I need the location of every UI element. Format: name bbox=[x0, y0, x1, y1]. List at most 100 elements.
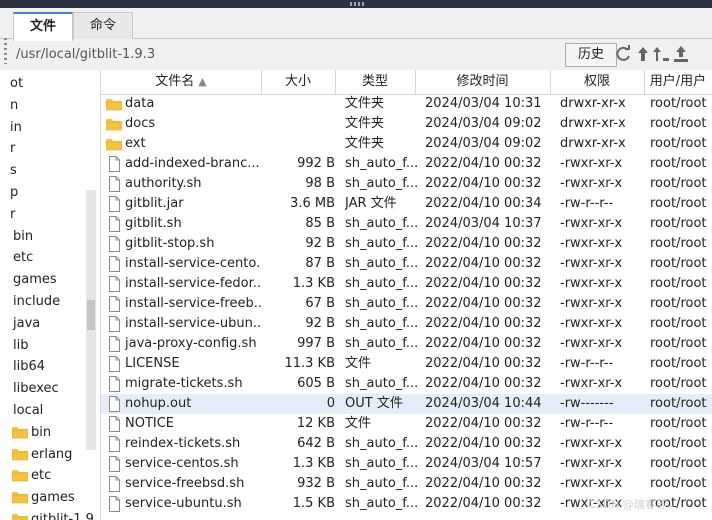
file-row[interactable]: NOTICE 12 KB 文件 2022/04/10 00:32 -rw-r--r-- r… bbox=[101, 414, 712, 434]
tree-scrollbar[interactable] bbox=[86, 190, 96, 450]
splitter-grip-icon[interactable] bbox=[350, 2, 364, 6]
tab-bar: 文件 命令 bbox=[0, 8, 712, 41]
tab-commands[interactable]: 命令 bbox=[73, 12, 133, 39]
file-type-cell: sh_auto_f... bbox=[345, 276, 417, 291]
file-row[interactable]: gitblit-stop.sh 92 B sh_auto_f... 2022/04/1… bbox=[101, 234, 712, 254]
file-icon bbox=[109, 436, 120, 452]
tree-item[interactable]: r bbox=[10, 205, 15, 225]
file-size-cell bbox=[261, 94, 335, 114]
file-perm-cell: -rwxr-xr-x bbox=[560, 296, 623, 311]
file-name-cell: install-service-ubun... bbox=[125, 316, 261, 331]
file-type-cell: sh_auto_f... bbox=[345, 456, 417, 471]
tree-item-label: s bbox=[10, 163, 17, 179]
file-row[interactable]: authority.sh 98 B sh_auto_f... 2022/04/10 0… bbox=[101, 174, 712, 194]
tree-item[interactable]: r bbox=[10, 139, 15, 159]
file-row[interactable]: java-proxy-config.sh 997 B sh_auto_f... 202… bbox=[101, 334, 712, 354]
tree-item[interactable]: games bbox=[13, 270, 57, 290]
column-header-type[interactable]: 类型 bbox=[335, 70, 416, 94]
file-size-cell: 1.3 KB bbox=[292, 456, 335, 471]
file-type-cell: sh_auto_f... bbox=[345, 436, 417, 451]
tree-item[interactable]: ot bbox=[10, 74, 23, 94]
drag-handle-icon[interactable] bbox=[4, 38, 7, 64]
file-date-cell: 2022/04/10 00:32 bbox=[425, 376, 542, 391]
file-name-cell: NOTICE bbox=[125, 416, 175, 431]
file-name-cell: nohup.out bbox=[125, 396, 192, 411]
file-date-cell: 2022/04/10 00:32 bbox=[425, 236, 542, 251]
refresh-icon[interactable] bbox=[614, 44, 632, 64]
tree-scrollbar-thumb[interactable] bbox=[87, 300, 95, 330]
upload-tray-icon[interactable] bbox=[672, 44, 690, 64]
file-row[interactable]: add-indexed-branc... 992 B sh_auto_f... 202… bbox=[101, 154, 712, 174]
file-date-cell: 2022/04/10 00:32 bbox=[425, 296, 542, 311]
tree-item[interactable]: etc bbox=[12, 466, 51, 486]
file-name-cell: service-ubuntu.sh bbox=[125, 496, 242, 511]
file-row[interactable]: install-service-fedor... 1.3 KB sh_auto_f.… bbox=[101, 274, 712, 294]
tree-item[interactable]: bin bbox=[12, 423, 51, 443]
tree-item[interactable]: bin bbox=[13, 227, 33, 247]
column-header-perm[interactable]: 权限 bbox=[550, 70, 645, 94]
file-row[interactable]: service-freebsd.sh 932 B sh_auto_f... 2022/… bbox=[101, 474, 712, 494]
file-row[interactable]: data 文件夹 2024/03/04 10:31 drwxr-xr-x root/ro… bbox=[101, 94, 712, 114]
tree-item[interactable]: include bbox=[13, 292, 60, 312]
file-date-cell: 2022/04/10 00:32 bbox=[425, 416, 542, 431]
path-input[interactable] bbox=[12, 42, 570, 66]
tree-item[interactable]: local bbox=[13, 401, 43, 421]
file-row[interactable]: install-service-ubun... 92 B sh_auto_f... 2… bbox=[101, 314, 712, 334]
upload-icon[interactable] bbox=[634, 44, 652, 64]
tree-item[interactable]: s bbox=[10, 161, 17, 181]
file-icon bbox=[109, 296, 120, 312]
tree-item-label: r bbox=[10, 206, 16, 222]
tree-item[interactable]: lib64 bbox=[13, 357, 45, 377]
sort-up-icon[interactable] bbox=[652, 44, 670, 64]
file-perm-cell: drwxr-xr-x bbox=[560, 96, 626, 111]
tab-files[interactable]: 文件 bbox=[13, 12, 73, 41]
file-row[interactable]: gitblit.jar 3.6 MB JAR 文件 2022/04/10 00:34 -… bbox=[101, 194, 712, 214]
file-row[interactable]: LICENSE 11.3 KB 文件 2022/04/10 00:32 -rw-r--r… bbox=[101, 354, 712, 374]
file-date-cell: 2022/04/10 00:32 bbox=[425, 176, 542, 191]
file-icon bbox=[109, 196, 120, 212]
file-row[interactable]: install-service-cento... 87 B sh_auto_f...… bbox=[101, 254, 712, 274]
file-owner-cell: root/root bbox=[650, 396, 707, 411]
file-row[interactable]: nohup.out 0 OUT 文件 2024/03/04 10:44 -rw-----… bbox=[101, 394, 712, 414]
tree-item[interactable]: etc bbox=[13, 248, 33, 268]
file-perm-cell: -rwxr-xr-x bbox=[560, 456, 623, 471]
sort-ascending-icon: ▲ bbox=[198, 75, 207, 88]
file-row[interactable]: install-service-freeb... 67 B sh_auto_f...… bbox=[101, 294, 712, 314]
tree-item[interactable]: java bbox=[13, 314, 40, 334]
folder-icon bbox=[106, 139, 122, 151]
file-date-cell: 2024/03/04 10:44 bbox=[425, 396, 542, 411]
tree-item[interactable]: libexec bbox=[13, 379, 59, 399]
file-name-cell: service-centos.sh bbox=[125, 456, 239, 471]
file-row[interactable]: ext 文件夹 2024/03/04 09:02 drwxr-xr-x root/roo… bbox=[101, 134, 712, 154]
file-date-cell: 2022/04/10 00:32 bbox=[425, 316, 542, 331]
file-row[interactable]: docs 文件夹 2024/03/04 09:02 drwxr-xr-x root/ro… bbox=[101, 114, 712, 134]
file-date-cell: 2022/04/10 00:32 bbox=[425, 356, 542, 371]
file-name-cell: gitblit-stop.sh bbox=[125, 236, 215, 251]
tree-item[interactable]: p bbox=[10, 183, 18, 203]
tree-item[interactable]: in bbox=[10, 118, 22, 138]
column-header-date[interactable]: 修改时间 bbox=[415, 70, 551, 94]
file-size-cell: 1.5 KB bbox=[292, 496, 335, 511]
tree-item[interactable]: games bbox=[12, 488, 75, 508]
column-header-owner[interactable]: 用户/用户 bbox=[644, 70, 712, 94]
file-type-cell: sh_auto_f... bbox=[345, 156, 417, 171]
tree-item[interactable]: erlang bbox=[12, 445, 72, 465]
column-header-name[interactable]: 文件名 ▲ bbox=[101, 70, 262, 94]
file-row[interactable]: gitblit.sh 85 B sh_auto_f... 2024/03/04 10:… bbox=[101, 214, 712, 234]
file-row[interactable]: service-centos.sh 1.3 KB sh_auto_f... 2024/… bbox=[101, 454, 712, 474]
tree-item[interactable]: n bbox=[10, 96, 18, 116]
history-button[interactable]: 历史 bbox=[565, 43, 617, 67]
file-date-cell: 2022/04/10 00:32 bbox=[425, 336, 542, 351]
file-owner-cell: root/root bbox=[650, 136, 707, 151]
tree-item[interactable]: lib bbox=[13, 336, 28, 356]
tree-item[interactable]: gitblit-1.9 bbox=[12, 510, 94, 520]
file-row[interactable]: migrate-tickets.sh 605 B sh_auto_f... 2022/… bbox=[101, 374, 712, 394]
column-header-size[interactable]: 大小 bbox=[261, 70, 336, 94]
file-row[interactable]: reindex-tickets.sh 642 B sh_auto_f... 2022/… bbox=[101, 434, 712, 454]
file-owner-cell: root/root bbox=[650, 216, 707, 231]
column-header-name-label: 文件名 bbox=[155, 74, 195, 89]
file-type-cell: 文件 bbox=[345, 356, 372, 371]
tree-item-label: games bbox=[31, 490, 75, 506]
file-owner-cell: root/root bbox=[650, 256, 707, 271]
file-type-cell: 文件夹 bbox=[345, 116, 385, 131]
